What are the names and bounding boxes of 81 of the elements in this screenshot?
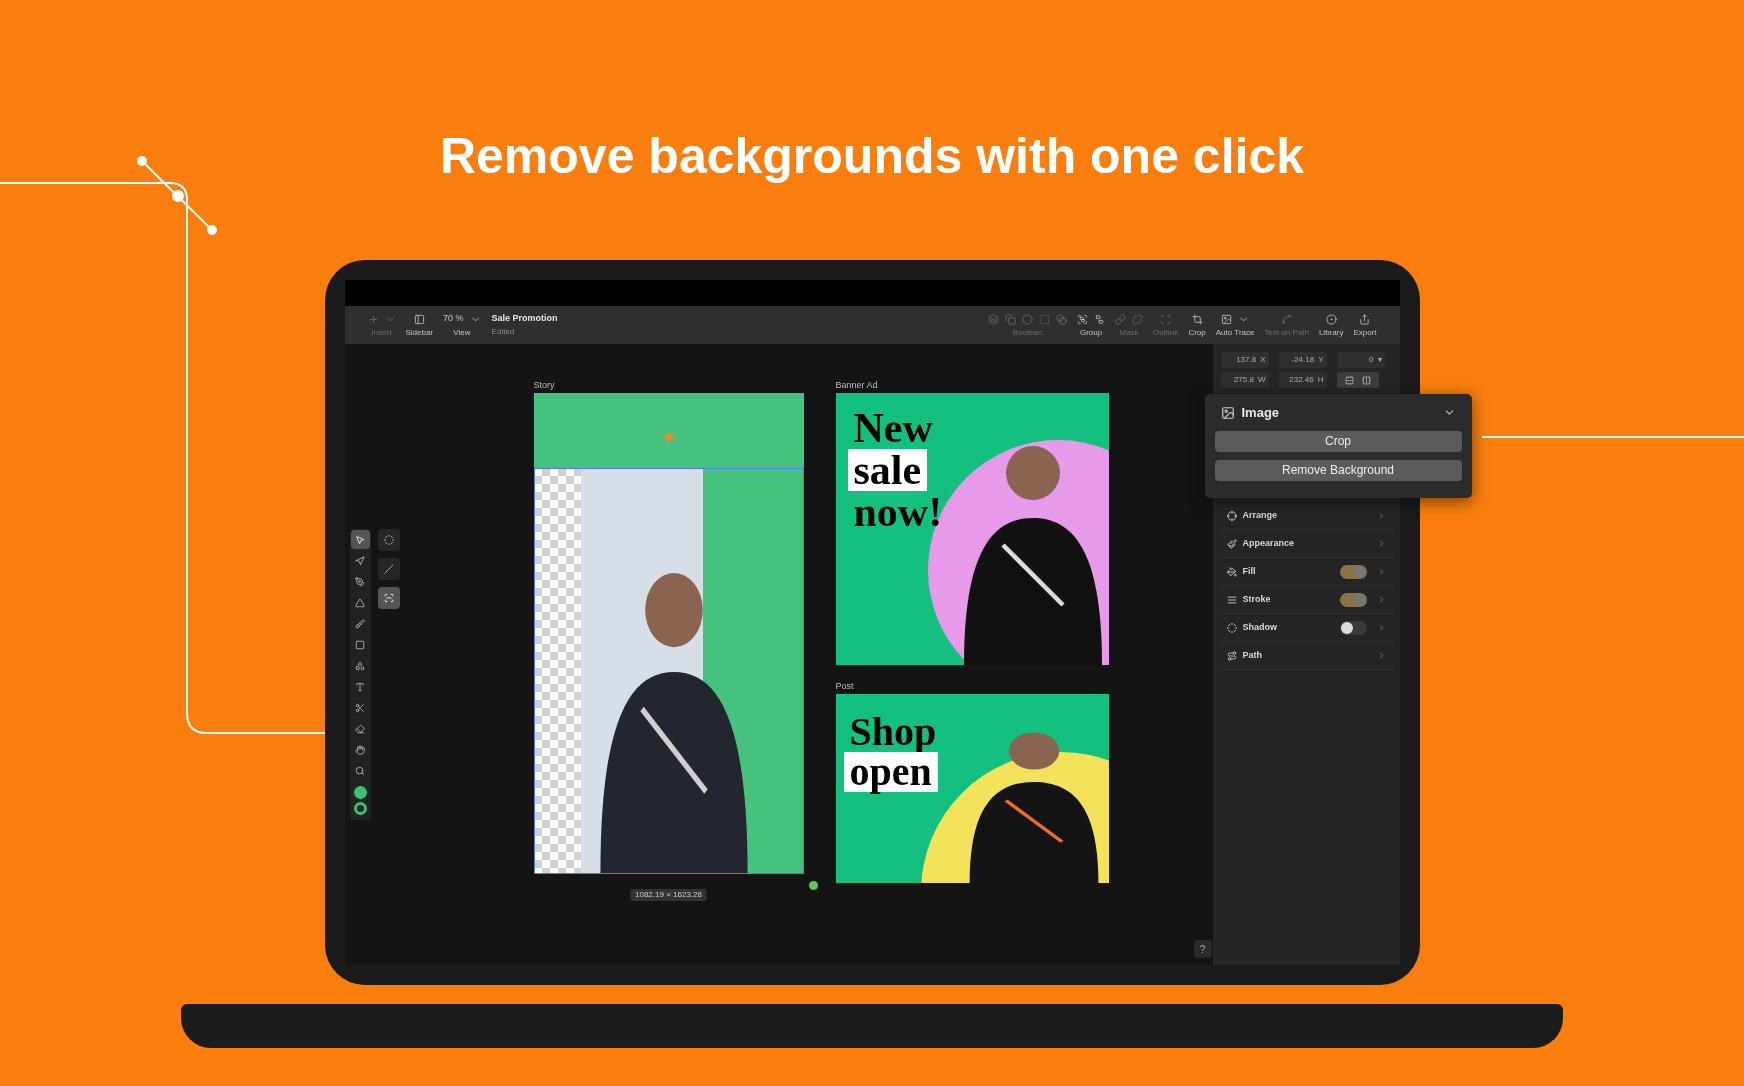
help-button[interactable]: ? <box>1193 940 1212 958</box>
paint-bucket-icon <box>1226 566 1237 577</box>
toolbar-button[interactable]: 70 % View <box>438 313 486 337</box>
triangle-icon <box>355 597 365 608</box>
document-status: Edited <box>491 325 516 338</box>
flip-control[interactable] <box>1336 372 1379 388</box>
unlink-icon <box>1132 313 1144 325</box>
arrow-icon <box>355 555 365 566</box>
image-icon <box>1221 313 1233 325</box>
popup-button[interactable]: Remove Background <box>1214 459 1462 481</box>
flip-icon <box>1344 375 1354 385</box>
pointer-icon <box>355 534 365 545</box>
toolbar-button[interactable]: Group <box>1072 313 1111 337</box>
toggle-switch[interactable] <box>1339 592 1367 607</box>
path-icon <box>1226 650 1237 661</box>
headline-text: Shop <box>848 712 938 752</box>
trace-icon <box>383 593 394 603</box>
toolbar-button[interactable]: Auto Trace <box>1210 313 1260 337</box>
image-icon <box>1220 405 1235 420</box>
text-icon <box>355 681 365 692</box>
toolbar-button[interactable]: Library <box>1313 313 1349 337</box>
stroke-swatch[interactable] <box>353 802 367 815</box>
inspector-row[interactable]: Path <box>1218 642 1394 670</box>
toolbar-button[interactable]: Sidebar <box>400 313 439 337</box>
plus-icon <box>367 313 379 325</box>
crop-icon <box>1191 313 1203 325</box>
search-icon <box>355 765 365 776</box>
lines-icon <box>1226 594 1237 605</box>
inspector-row[interactable]: Appearance <box>1218 530 1394 558</box>
number-field[interactable]: 232.46 H <box>1278 372 1327 388</box>
toggle-switch[interactable] <box>1339 564 1367 579</box>
circle-icon <box>1226 622 1237 633</box>
rotation-handle[interactable] <box>664 433 673 441</box>
tool-button[interactable] <box>377 587 400 609</box>
brush-icon <box>1226 538 1237 549</box>
fill-swatch[interactable] <box>353 786 367 799</box>
number-field[interactable]: -24.18 Y <box>1278 352 1327 368</box>
anchor-point <box>808 881 818 890</box>
spline-icon <box>1281 313 1293 325</box>
headline: Remove backgrounds with one click <box>439 127 1305 186</box>
hand-icon <box>355 744 365 755</box>
headline-text: open <box>843 752 938 792</box>
artboard-label: Post <box>835 680 854 693</box>
link-icon <box>1115 313 1127 325</box>
shapes-icon <box>355 660 365 671</box>
headline-text: New <box>852 407 934 449</box>
inspector-row[interactable]: Shadow <box>1218 614 1394 642</box>
toolbar-button[interactable]: Crop <box>1183 313 1211 337</box>
brush-icon <box>355 618 365 629</box>
popup-title: Image <box>1241 404 1281 422</box>
scissors-icon <box>355 702 365 713</box>
toolbar-button[interactable]: Export <box>1348 313 1382 337</box>
document-title: Sale Promotion <box>491 312 558 326</box>
inspector-row[interactable]: Arrange <box>1218 502 1394 530</box>
crosshair-icon <box>1226 510 1237 521</box>
inspector-row[interactable]: Fill <box>1218 558 1394 586</box>
library-icon <box>1325 313 1337 325</box>
headline-text: now! <box>852 491 944 533</box>
artboard-label: Banner Ad <box>835 379 878 392</box>
number-field[interactable]: 0 ▾ <box>1336 352 1385 368</box>
toggle-switch[interactable] <box>1339 620 1367 635</box>
ungroup-icon <box>1094 313 1106 325</box>
rectangle-icon <box>355 639 365 650</box>
circle-icon <box>383 535 394 545</box>
group-icon <box>1077 313 1089 325</box>
export-icon <box>1359 313 1371 325</box>
size-label: 1082.19 × 1623.28 <box>630 889 707 901</box>
number-field[interactable]: 137.8 X <box>1220 352 1269 368</box>
number-field[interactable]: 275.8 W <box>1220 372 1269 388</box>
artboard-label: Story <box>533 379 555 392</box>
line-icon <box>383 564 394 574</box>
pen-icon <box>355 576 365 587</box>
inspector-row[interactable]: Stroke <box>1218 586 1394 614</box>
sidebar-icon <box>413 313 425 325</box>
headline-text: sale <box>847 449 928 491</box>
tool-button[interactable] <box>350 530 370 549</box>
eraser-icon <box>355 723 365 734</box>
flip-icon <box>1361 375 1371 385</box>
selection-box[interactable] <box>533 468 804 874</box>
popup-button[interactable]: Crop <box>1214 430 1462 452</box>
outline-icon <box>1160 313 1172 325</box>
